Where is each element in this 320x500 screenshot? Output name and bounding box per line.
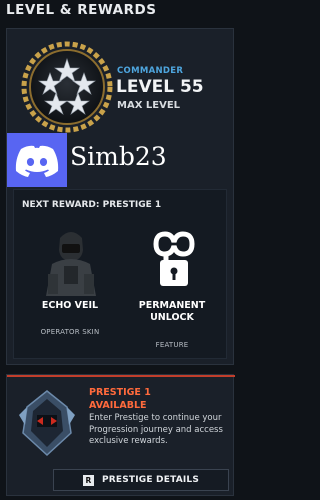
next-reward-title: NEXT REWARD: PRESTIGE 1 — [22, 200, 162, 210]
prestige-card: PRESTIGE 1 AVAILABLE Enter Prestige to c… — [6, 374, 235, 496]
reward-name: ECHO VEIL — [41, 300, 99, 311]
page-title: LEVEL & REWARDS — [6, 2, 157, 18]
reward-operator-skin[interactable]: ECHO VEIL OPERATOR SKIN — [20, 220, 120, 355]
reward-type: OPERATOR SKIN — [40, 328, 100, 336]
next-reward-panel: NEXT REWARD: PRESTIGE 1 ECHO VEIL OPERAT… — [13, 189, 227, 359]
reward-type: FEATURE — [155, 341, 189, 349]
rank-status: MAX LEVEL — [117, 100, 181, 111]
prestige-details-button[interactable]: R PRESTIGE DETAILS — [53, 469, 229, 491]
prestige-emblem-icon — [19, 390, 75, 457]
level-card: COMMANDER LEVEL 55 MAX LEVEL Simb23 NEXT… — [6, 28, 234, 365]
commander-rank-badge-icon — [21, 41, 113, 133]
reward-permanent-unlock[interactable]: PERMANENT UNLOCK FEATURE — [122, 220, 222, 355]
discord-username: Simb23 — [70, 142, 167, 171]
prestige-details-label: PRESTIGE DETAILS — [101, 475, 200, 485]
prestige-status: AVAILABLE — [89, 400, 147, 411]
prestige-description: Enter Prestige to continue your Progress… — [89, 413, 223, 446]
rank-title: COMMANDER — [117, 66, 184, 76]
infinity-lock-icon — [153, 231, 195, 286]
prestige-accent-stripe — [7, 375, 235, 377]
operator-skin-image — [42, 224, 100, 296]
reward-name: PERMANENT UNLOCK — [138, 300, 206, 323]
prestige-name: PRESTIGE 1 — [89, 387, 151, 398]
discord-icon — [7, 133, 67, 187]
rank-level: LEVEL 55 — [116, 77, 204, 97]
keybind-r-icon: R — [82, 474, 94, 486]
